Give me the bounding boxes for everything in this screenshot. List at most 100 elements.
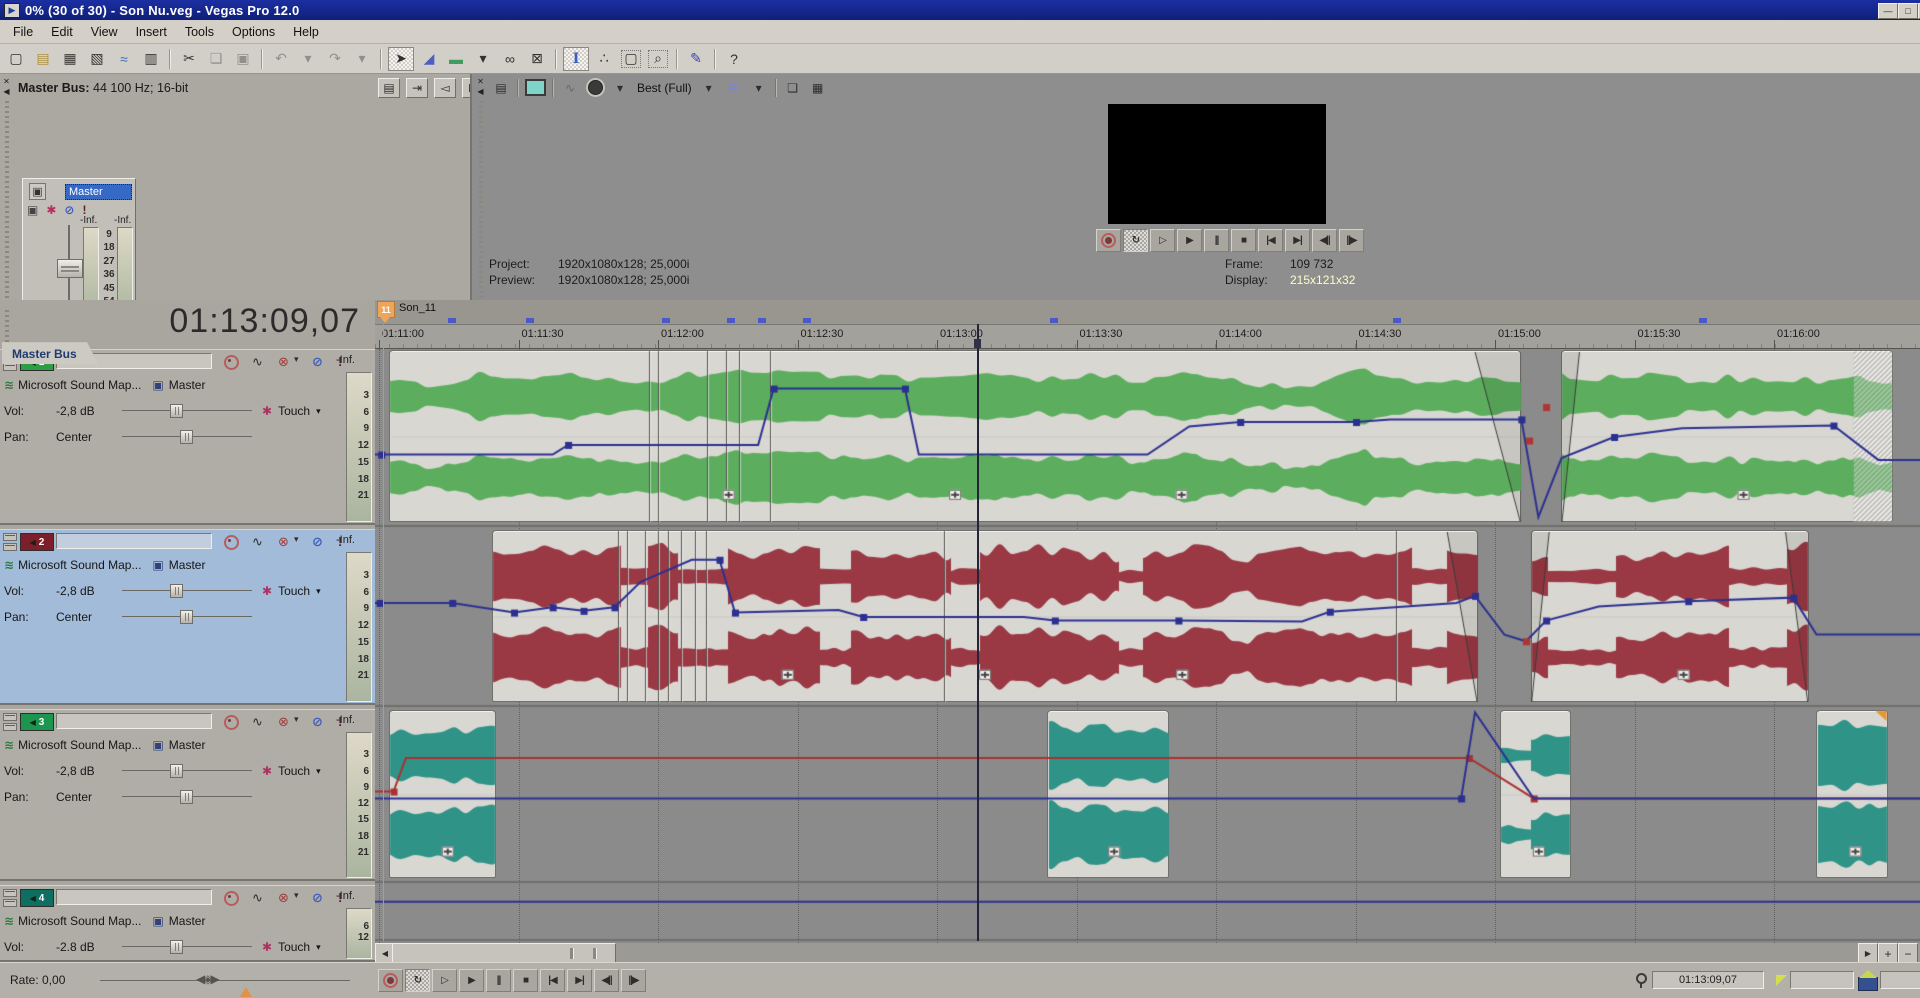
patch-chain-icon[interactable]: ≋ xyxy=(4,738,14,752)
render-as-button[interactable]: ≈ xyxy=(112,48,136,70)
bus-properties-button[interactable]: ▤ xyxy=(378,78,400,98)
menu-insert[interactable]: Insert xyxy=(127,23,176,41)
pause-button[interactable]: || xyxy=(486,969,511,992)
automation-settings-button[interactable]: ✱ xyxy=(46,203,56,217)
paint-tool-button[interactable]: ✎ xyxy=(684,48,708,70)
maximize-button[interactable]: □ xyxy=(1898,3,1918,19)
thumb-grip-right[interactable] xyxy=(593,948,597,959)
volume-value[interactable]: -2.8 dB xyxy=(56,940,122,954)
track-fx-dropdown[interactable]: ▾ xyxy=(294,354,299,365)
track-minimize-button[interactable] xyxy=(3,533,17,541)
bus-mode-icon[interactable]: ▣ xyxy=(29,183,46,200)
track-restore-button[interactable] xyxy=(3,543,17,551)
pan-value[interactable]: Center xyxy=(56,790,122,804)
patch-chain-icon[interactable]: ≋ xyxy=(4,914,14,928)
stop-button[interactable]: ■ xyxy=(1231,229,1256,252)
pan-slider-handle[interactable] xyxy=(180,430,193,444)
undo-dropdown[interactable]: ▾ xyxy=(296,48,320,70)
selection-edit-tool-button[interactable]: ▬ xyxy=(444,48,468,70)
cursor-handle[interactable] xyxy=(974,339,981,348)
play-from-start-button[interactable]: ▷ xyxy=(1150,229,1175,252)
project-properties-button[interactable]: ▧ xyxy=(85,48,109,70)
volume-slider-handle[interactable] xyxy=(170,584,183,598)
volume-value[interactable]: -2,8 dB xyxy=(56,584,122,598)
close-video-dock-icon[interactable]: ✕ xyxy=(477,78,484,86)
zoom-out-button[interactable]: − xyxy=(1898,943,1918,964)
scrollbar-thumb[interactable] xyxy=(392,943,616,964)
marker-tag[interactable]: 11 xyxy=(377,301,395,318)
volume-slider[interactable] xyxy=(122,584,252,598)
selection-length-box[interactable] xyxy=(1880,971,1920,989)
pan-value[interactable]: Center xyxy=(56,430,122,444)
next-frame-button[interactable]: ||▶ xyxy=(1339,229,1364,252)
track-envelope-button[interactable]: ∿ xyxy=(252,714,263,730)
stop-button[interactable]: ■ xyxy=(513,969,538,992)
play-button[interactable]: ▶ xyxy=(1177,229,1202,252)
cursor-position-box[interactable]: 01:13:09,07 xyxy=(1652,971,1764,989)
automation-settings-icon[interactable]: ✱ xyxy=(262,940,272,954)
volume-slider[interactable] xyxy=(122,764,252,778)
save-button[interactable]: ▦ xyxy=(58,48,82,70)
zoom-in-button[interactable]: + xyxy=(1878,943,1898,964)
preview-quality-button[interactable] xyxy=(584,78,606,98)
scrub-slider-track[interactable] xyxy=(100,980,350,981)
pan-slider-handle[interactable] xyxy=(180,610,193,624)
track-name-input[interactable] xyxy=(56,533,212,549)
track-restore-button[interactable] xyxy=(3,899,17,907)
timecode-display[interactable]: 01:13:09,07 xyxy=(0,302,360,341)
loop-playback-button[interactable]: ↻ xyxy=(1123,229,1148,252)
preview-quality-label[interactable]: Best (Full) xyxy=(634,81,695,95)
ignore-event-grouping-button[interactable]: ∞ xyxy=(498,48,522,70)
master-name-input[interactable]: Master xyxy=(65,184,132,200)
pan-slider-handle[interactable] xyxy=(180,790,193,804)
new-project-button[interactable]: ▢ xyxy=(4,48,28,70)
track-minimize-button[interactable] xyxy=(3,889,17,897)
automation-settings-icon[interactable]: ✱ xyxy=(262,404,272,418)
scrub-handle[interactable]: ◀◈▶ xyxy=(196,972,218,986)
plugin-chain-button[interactable]: ▣ xyxy=(27,203,38,217)
track-header-2[interactable]: ◀2∿⊗▾⊘!-Inf.36912151821≋Microsoft Sound … xyxy=(0,529,375,705)
audio-event-track3-4[interactable] xyxy=(1816,710,1888,878)
track-fx-dropdown[interactable]: ▾ xyxy=(294,890,299,901)
volume-slider[interactable] xyxy=(122,404,252,418)
audio-event-track3-1[interactable] xyxy=(389,710,496,878)
track-fx-dropdown[interactable]: ▾ xyxy=(294,714,299,725)
audio-event-track2-1[interactable] xyxy=(492,530,1478,702)
master-fader-handle[interactable] xyxy=(57,259,83,278)
audio-event-track2-2[interactable] xyxy=(1531,530,1809,702)
preview-quality-dropdown[interactable]: ▾ xyxy=(609,78,631,98)
automation-mode[interactable]: Touch xyxy=(278,404,310,418)
video-dock-grip[interactable]: ✕ ◀ xyxy=(474,76,487,298)
mute-button[interactable]: ⊘ xyxy=(64,203,74,217)
whats-this-help-button[interactable]: ? xyxy=(722,48,746,70)
menu-edit[interactable]: Edit xyxy=(42,23,82,41)
track-envelope-button[interactable]: ∿ xyxy=(252,534,263,550)
playback-cursor[interactable] xyxy=(977,324,979,941)
play-button[interactable]: ▶ xyxy=(459,969,484,992)
patch-chain-icon[interactable]: ≋ xyxy=(4,378,14,392)
go-to-start-button[interactable]: |◀ xyxy=(1258,229,1283,252)
next-frame-button[interactable]: ||▶ xyxy=(621,969,646,992)
track-minimize-button[interactable] xyxy=(3,713,17,721)
audio-event-track1-2[interactable] xyxy=(1561,350,1893,522)
automation-dropdown[interactable]: ▾ xyxy=(316,942,321,953)
volume-slider-handle[interactable] xyxy=(170,404,183,418)
track-fx-dropdown[interactable]: ▾ xyxy=(294,534,299,545)
overlay-grid-button[interactable]: ⊞ xyxy=(723,78,745,98)
go-to-end-button[interactable]: ▶| xyxy=(1285,229,1310,252)
close-dock-icon[interactable]: ✕ xyxy=(3,78,10,86)
collapse-dock-icon[interactable]: ◀ xyxy=(3,88,9,96)
volume-slider-handle[interactable] xyxy=(170,940,183,954)
volume-value[interactable]: -2,8 dB xyxy=(56,404,122,418)
play-from-start-button[interactable]: ▷ xyxy=(432,969,457,992)
track-fx-button[interactable]: ⊗ xyxy=(278,354,289,370)
quality-dropdown[interactable]: ▾ xyxy=(698,78,720,98)
bus-assign-icon[interactable]: ▣ xyxy=(152,378,163,392)
record-arm-button[interactable] xyxy=(224,355,239,370)
volume-slider-handle[interactable] xyxy=(170,764,183,778)
preview-properties-button[interactable]: ▤ xyxy=(490,78,512,98)
automation-settings-icon[interactable]: ✱ xyxy=(262,764,272,778)
redo-button[interactable]: ↷ xyxy=(323,48,347,70)
pan-slider[interactable] xyxy=(122,430,252,444)
external-monitor-button[interactable] xyxy=(524,78,547,98)
